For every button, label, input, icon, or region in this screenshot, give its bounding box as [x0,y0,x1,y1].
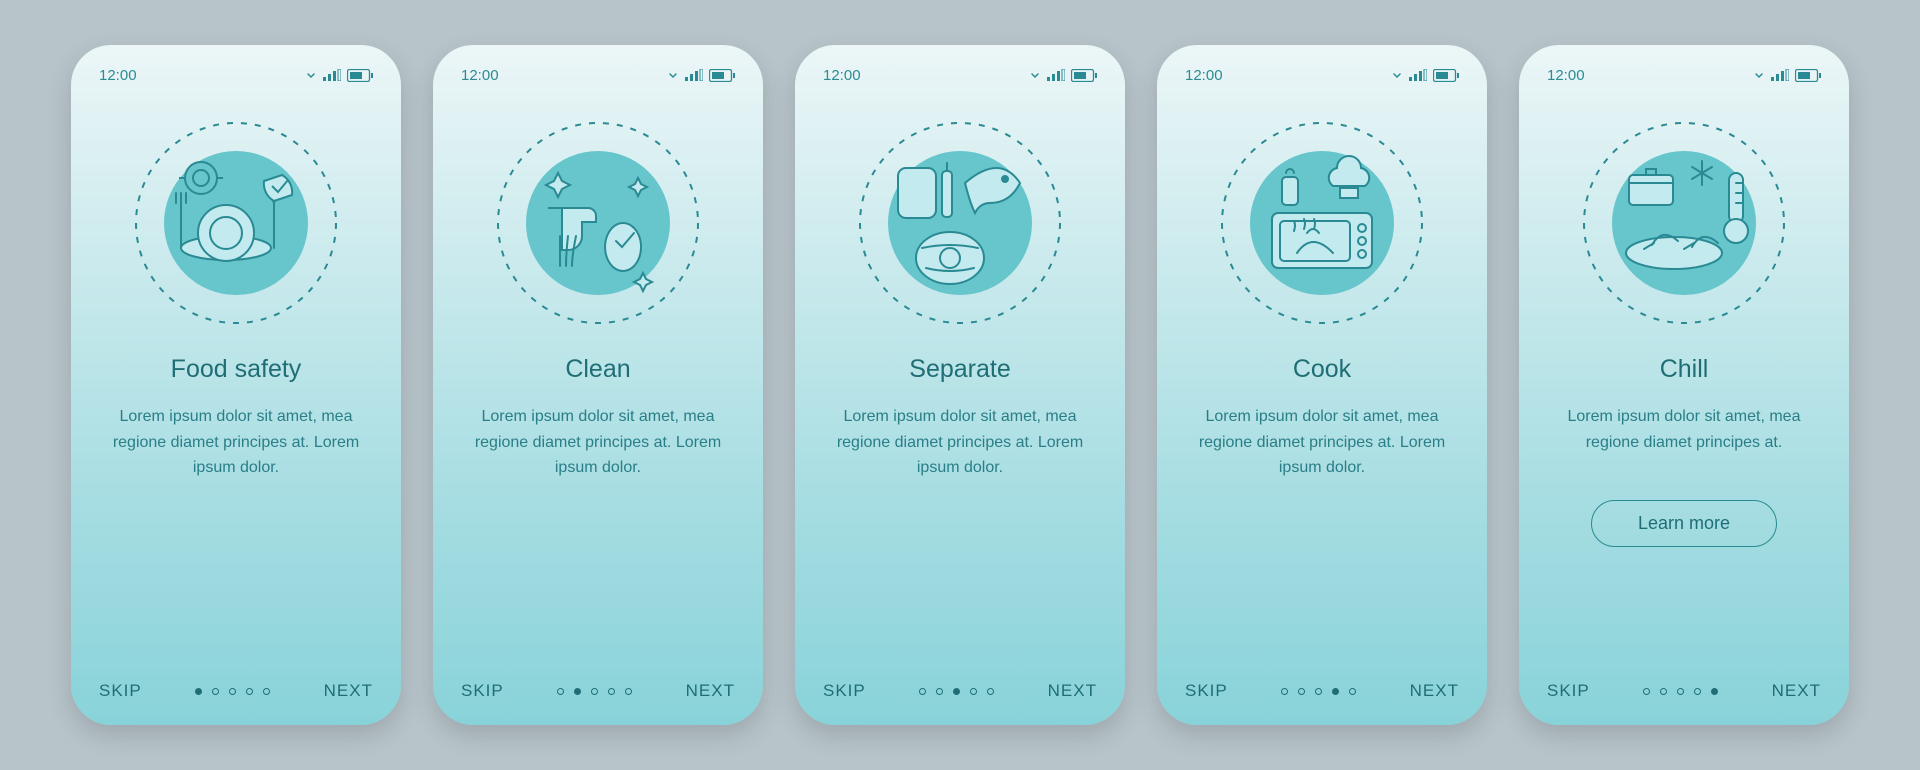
next-button[interactable]: NEXT [324,681,373,701]
battery-icon [1433,69,1459,82]
skip-button[interactable]: SKIP [1185,681,1228,701]
onboarding-screen: 12:00 Clean Lorem ipsum dolor sit amet, … [433,45,763,725]
screen-description: Lorem ipsum dolor sit amet, mea regione … [99,404,373,481]
page-dot [229,688,236,695]
page-dot [625,688,632,695]
screen-title: Separate [823,355,1097,384]
onboarding-screen: 12:00 Food safety Lorem ipsum do [71,45,401,725]
page-dot [1298,688,1305,695]
screen-description: Lorem ipsum dolor sit amet, mea regione … [1185,404,1459,481]
skip-button[interactable]: SKIP [99,681,142,701]
page-dot [987,688,994,695]
status-bar: 12:00 [1185,65,1459,85]
page-dot [557,688,564,695]
page-indicator [195,688,270,695]
onboarding-screen: 12:00 Separate Lorem ipsum dolor sit ame… [795,45,1125,725]
page-dot [591,688,598,695]
screen-title: Food safety [99,355,373,384]
chill-icon [1574,113,1794,333]
clean-icon [488,113,708,333]
screen-title: Chill [1547,355,1821,384]
page-dot [195,688,202,695]
screen-description: Lorem ipsum dolor sit amet, mea regione … [461,404,735,481]
page-indicator [1281,688,1356,695]
battery-icon [709,69,735,82]
page-dot [936,688,943,695]
status-time: 12:00 [1185,67,1223,84]
next-button[interactable]: NEXT [1048,681,1097,701]
screen-description: Lorem ipsum dolor sit amet, mea regione … [823,404,1097,481]
page-dot [953,688,960,695]
learn-more-button[interactable]: Learn more [1591,500,1777,547]
page-dot [212,688,219,695]
page-dot [1281,688,1288,695]
status-bar: 12:00 [823,65,1097,85]
status-time: 12:00 [99,67,137,84]
screen-description: Lorem ipsum dolor sit amet, mea regione … [1547,404,1821,476]
screen-title: Cook [1185,355,1459,384]
next-button[interactable]: NEXT [1410,681,1459,701]
food-safety-icon [126,113,346,333]
page-dot [1711,688,1718,695]
page-dot [1349,688,1356,695]
battery-icon [1071,69,1097,82]
page-dot [970,688,977,695]
page-dot [574,688,581,695]
status-bar: 12:00 [99,65,373,85]
next-button[interactable]: NEXT [686,681,735,701]
page-dot [1315,688,1322,695]
page-indicator [919,688,994,695]
signal-icon [1409,69,1427,81]
page-dot [1677,688,1684,695]
onboarding-screen: 12:00 Chill Lorem ipsum [1519,45,1849,725]
nav-bar: SKIP NEXT [1185,681,1459,701]
nav-bar: SKIP NEXT [823,681,1097,701]
skip-button[interactable]: SKIP [1547,681,1590,701]
chevron-icon [1029,69,1041,81]
cook-icon [1212,113,1432,333]
page-indicator [557,688,632,695]
page-dot [263,688,270,695]
battery-icon [1795,69,1821,82]
screen-title: Clean [461,355,735,384]
nav-bar: SKIP NEXT [1547,681,1821,701]
onboarding-screen: 12:00 Cook Lorem ipsum dolor sit amet, [1157,45,1487,725]
signal-icon [1047,69,1065,81]
chevron-icon [305,69,317,81]
page-dot [1332,688,1339,695]
signal-icon [1771,69,1789,81]
page-dot [1694,688,1701,695]
page-dot [608,688,615,695]
chevron-icon [1391,69,1403,81]
skip-button[interactable]: SKIP [461,681,504,701]
signal-icon [323,69,341,81]
status-time: 12:00 [461,67,499,84]
status-bar: 12:00 [1547,65,1821,85]
page-indicator [1643,688,1718,695]
page-dot [919,688,926,695]
status-bar: 12:00 [461,65,735,85]
battery-icon [347,69,373,82]
page-dot [1660,688,1667,695]
page-dot [1643,688,1650,695]
page-dot [246,688,253,695]
separate-icon [850,113,1070,333]
nav-bar: SKIP NEXT [99,681,373,701]
nav-bar: SKIP NEXT [461,681,735,701]
skip-button[interactable]: SKIP [823,681,866,701]
signal-icon [685,69,703,81]
chevron-icon [667,69,679,81]
chevron-icon [1753,69,1765,81]
status-time: 12:00 [823,67,861,84]
next-button[interactable]: NEXT [1772,681,1821,701]
status-time: 12:00 [1547,67,1585,84]
